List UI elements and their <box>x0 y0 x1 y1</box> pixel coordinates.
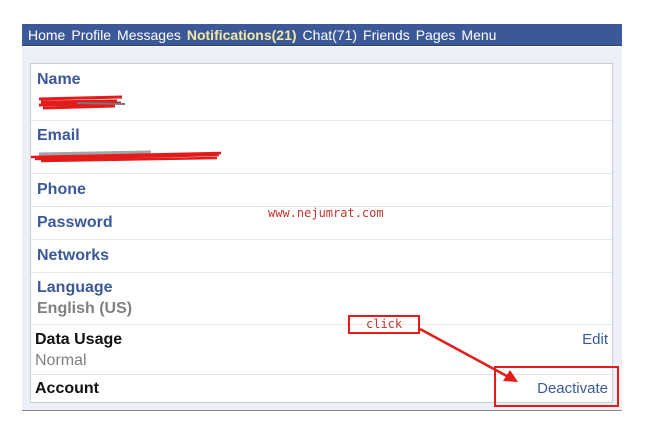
phone-label: Phone <box>37 181 86 198</box>
language-label: Language <box>37 279 113 296</box>
redacted-email-scribble <box>31 150 222 163</box>
setting-row-language[interactable]: Language English (US) <box>31 273 612 325</box>
account-settings-list: Name Email Phone Password Networks Langu… <box>30 63 613 403</box>
nav-menu[interactable]: Menu <box>461 27 496 43</box>
nav-profile[interactable]: Profile <box>71 27 111 43</box>
setting-row-networks[interactable]: Networks <box>31 240 612 273</box>
account-label: Account <box>35 380 99 397</box>
nav-home[interactable]: Home <box>28 27 65 43</box>
setting-row-email[interactable]: Email <box>31 121 612 174</box>
language-value: English (US) <box>37 300 133 317</box>
click-callout-label: click <box>366 317 403 331</box>
redacted-name-scribble <box>38 95 126 110</box>
panel-bottom-divider <box>22 410 622 411</box>
setting-row-phone[interactable]: Phone <box>31 174 612 207</box>
data-usage-label: Data Usage <box>35 331 123 348</box>
nav-messages[interactable]: Messages <box>117 27 181 43</box>
watermark-text: www.nejumrat.com <box>268 206 384 220</box>
data-usage-edit-link[interactable]: Edit <box>582 331 608 348</box>
email-label: Email <box>37 127 80 144</box>
nav-notifications[interactable]: Notifications(21) <box>187 27 297 43</box>
password-label: Password <box>37 214 113 231</box>
setting-row-name[interactable]: Name <box>31 64 612 121</box>
deactivate-highlight-box <box>494 366 619 407</box>
nav-chat[interactable]: Chat(71) <box>303 27 357 43</box>
name-label: Name <box>37 71 81 88</box>
nav-friends[interactable]: Friends <box>363 27 410 43</box>
click-callout-box: click <box>348 315 420 334</box>
data-usage-value: Normal <box>35 352 87 369</box>
networks-label: Networks <box>37 247 110 264</box>
nav-pages[interactable]: Pages <box>416 27 456 43</box>
top-navigation-bar: Home Profile Messages Notifications(21) … <box>22 24 622 46</box>
